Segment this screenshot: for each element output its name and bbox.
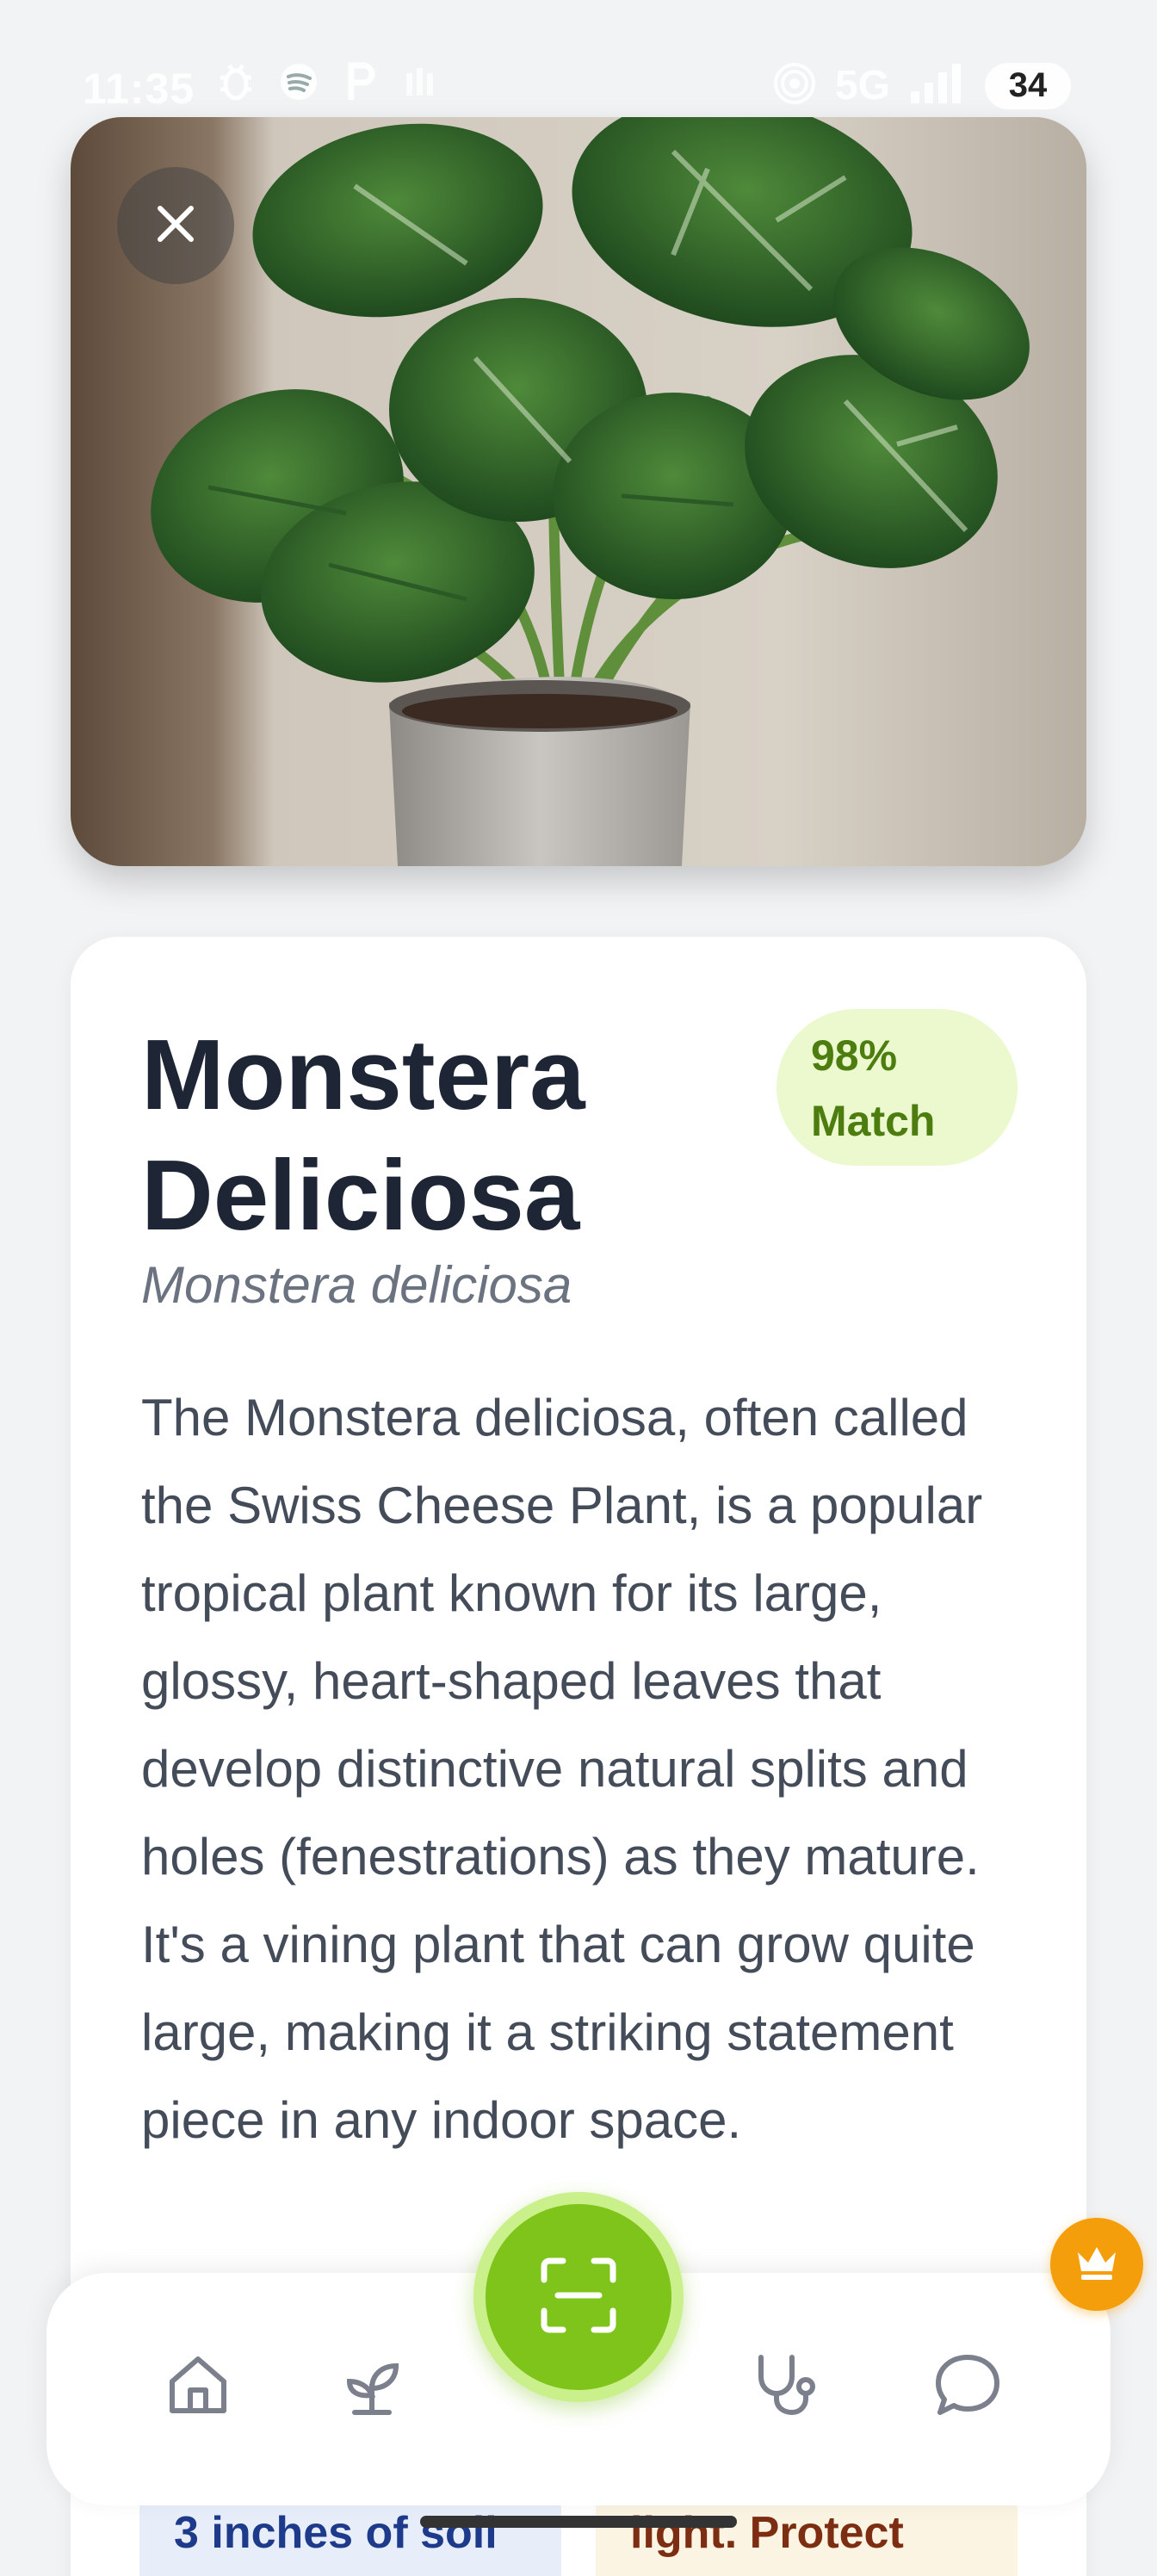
chat-bubble-icon	[933, 2350, 1002, 2424]
stethoscope-icon	[749, 2350, 818, 2424]
spotify-icon	[279, 62, 319, 106]
close-button[interactable]	[117, 167, 234, 284]
home-icon	[164, 2350, 232, 2424]
crown-icon	[1074, 2244, 1119, 2286]
hotspot-icon	[773, 62, 816, 109]
nav-my-plants[interactable]	[329, 2344, 415, 2430]
home-indicator[interactable]	[420, 2516, 737, 2528]
scan-button[interactable]	[473, 2192, 684, 2402]
close-icon	[155, 203, 196, 249]
nav-plant-doctor[interactable]	[740, 2344, 826, 2430]
nav-chat[interactable]	[925, 2344, 1011, 2430]
scientific-name: Monstera deliciosa	[141, 1256, 572, 1314]
network-type: 5G	[834, 63, 890, 108]
match-badge: 98% Match	[776, 1009, 1018, 1166]
status-bar: 11:35 5G 34	[0, 0, 1157, 172]
plant-description: The Monstera deliciosa, often called the…	[141, 1389, 983, 2149]
status-time: 11:35	[83, 65, 195, 113]
cellular-signal-icon	[909, 62, 966, 109]
signal-bars-icon	[405, 65, 439, 103]
plant-name: Monstera Deliciosa	[141, 1019, 585, 1251]
battery-icon: 34	[985, 62, 1071, 109]
parking-icon	[344, 62, 379, 106]
premium-button[interactable]	[1050, 2218, 1143, 2311]
nav-home[interactable]	[155, 2344, 241, 2430]
sprout-icon	[337, 2350, 406, 2424]
bug-icon	[219, 62, 253, 106]
scan-icon	[539, 2256, 618, 2339]
